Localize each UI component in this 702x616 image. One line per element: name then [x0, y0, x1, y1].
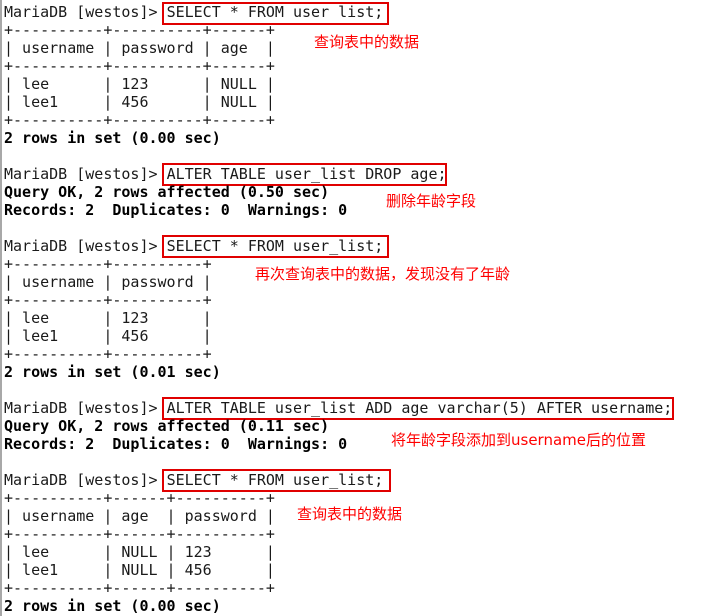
result-summary: 2 rows in set (0.00 sec) [4, 597, 221, 615]
prompt: MariaDB [westos]> [4, 471, 167, 489]
result-line: Records: 2 Duplicates: 0 Warnings: 0 [4, 435, 348, 453]
annotation-note: 删除年龄字段 [386, 192, 477, 210]
result-summary: 2 rows in set (0.00 sec) [4, 129, 221, 147]
table-row: | lee | NULL | 123 | [4, 543, 275, 561]
table-row: | lee | 123 | [4, 309, 212, 327]
table-header: | username | age | password | [4, 507, 275, 525]
table-border: +----------+----------+ [4, 291, 212, 309]
prompt: MariaDB [westos]> [4, 3, 167, 21]
terminal-window[interactable]: MariaDB [westos]> SELECT * FROM user lis… [0, 0, 702, 616]
table-border: +----------+----------+------+ [4, 57, 275, 75]
table-border: +----------+----------+------+ [4, 111, 275, 129]
annotation-note: 查询表中的数据 [314, 33, 420, 51]
prompt: MariaDB [westos]> [4, 237, 167, 255]
table-row: | lee | 123 | NULL | [4, 75, 275, 93]
annotation-note: 将年龄字段添加到username后的位置 [391, 431, 646, 449]
table-header: | username | password | age | [4, 39, 275, 57]
table-border: +----------+------+----------+ [4, 489, 275, 507]
table-border: +----------+----------+------+ [4, 21, 275, 39]
result-summary: 2 rows in set (0.01 sec) [4, 363, 221, 381]
result-line: Query OK, 2 rows affected (0.11 sec) [4, 417, 330, 435]
table-border: +----------+------+----------+ [4, 525, 275, 543]
annotation-note: 再次查询表中的数据，发现没有了年龄 [255, 265, 511, 283]
annotation-note: 查询表中的数据 [297, 505, 403, 523]
result-line: Records: 2 Duplicates: 0 Warnings: 0 [4, 201, 348, 219]
table-border: +----------+------+----------+ [4, 579, 275, 597]
prompt: MariaDB [westos]> [4, 399, 167, 417]
table-row: | lee1 | 456 | [4, 327, 212, 345]
table-header: | username | password | [4, 273, 212, 291]
prompt: MariaDB [westos]> [4, 165, 167, 183]
table-row: | lee1 | 456 | NULL | [4, 93, 275, 111]
result-line: Query OK, 2 rows affected (0.50 sec) [4, 183, 330, 201]
table-border: +----------+----------+ [4, 345, 212, 363]
table-border: +----------+----------+ [4, 255, 212, 273]
table-row: | lee1 | NULL | 456 | [4, 561, 275, 579]
